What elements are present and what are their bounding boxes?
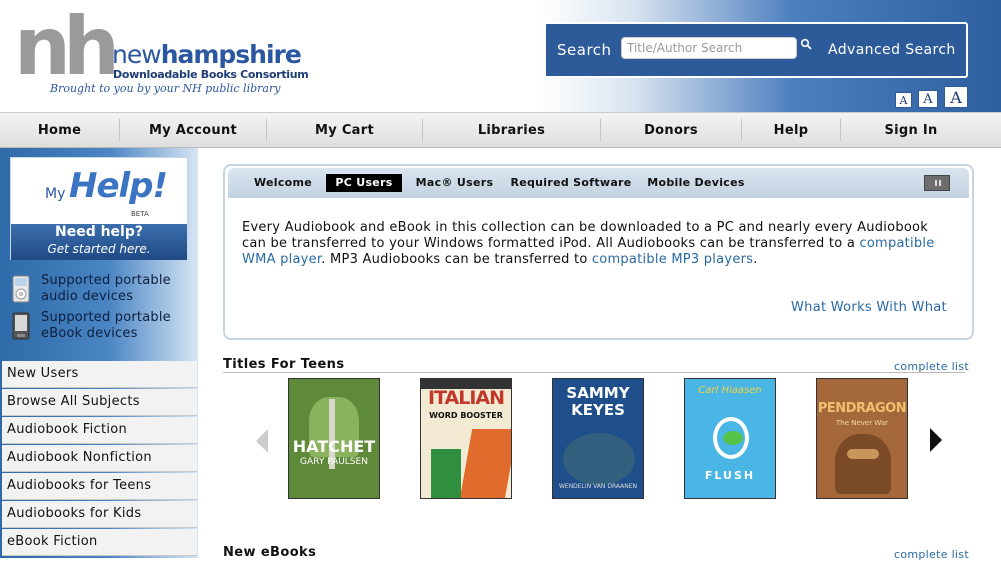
audio-devices-label: Supported portable audio devices — [41, 273, 171, 304]
book-cover-hatchet[interactable]: HATCHET GARY PAULSEN — [288, 378, 380, 499]
nav-my-cart[interactable]: My Cart — [267, 113, 422, 148]
sidebar-item-audiobooks-for-teens[interactable]: Audiobooks for Teens — [2, 473, 197, 500]
sidebar-item-audiobooks-for-kids[interactable]: Audiobooks for Kids — [2, 501, 197, 528]
book-cover-italian[interactable]: ITALIAN WORD BOOSTER — [420, 378, 512, 499]
main-nav: Home My Account My Cart Libraries Donors… — [0, 112, 1001, 148]
site-logo[interactable]: nh newhampshire Downloadable Books Conso… — [14, 2, 314, 103]
book-title: FLUSH — [704, 469, 756, 482]
search-input[interactable] — [621, 37, 797, 59]
tab-welcome[interactable]: Welcome — [250, 174, 316, 192]
logo-consortium: Downloadable Books Consortium — [113, 68, 309, 81]
nav-libraries[interactable]: Libraries — [423, 113, 600, 148]
book-author: WENDELIN VAN DRAANEN — [558, 483, 638, 490]
font-size-small-button[interactable]: A — [895, 92, 912, 108]
myhelp-my: My — [45, 186, 66, 202]
book-author: WORD BOOSTER — [429, 411, 503, 420]
ebook-devices-link[interactable]: Supported portable eBook devices — [10, 310, 200, 344]
book-title: ITALIAN — [427, 387, 505, 409]
logo-brand: newhampshire — [112, 40, 302, 69]
sidebar-item-ebook-fiction[interactable]: eBook Fiction — [2, 529, 197, 556]
sidebar-item-audiobook-nonfiction[interactable]: Audiobook Nonfiction — [2, 445, 197, 472]
nav-home[interactable]: Home — [0, 113, 119, 148]
carousel-left-arrow-icon[interactable] — [256, 429, 268, 453]
book-cover-pendragon[interactable]: PENDRAGON The Never War — [816, 378, 908, 499]
tab-mobile-devices[interactable]: Mobile Devices — [644, 174, 748, 192]
tab-required-software[interactable]: Required Software — [508, 174, 634, 192]
search-label: Search — [557, 41, 612, 59]
book-title: HATCHET — [292, 437, 376, 456]
advanced-search-link[interactable]: Advanced Search — [828, 42, 956, 58]
font-size-large-button[interactable]: A — [944, 86, 968, 108]
logo-nh: nh — [14, 0, 120, 93]
nav-my-account[interactable]: My Account — [120, 113, 266, 148]
pause-icon[interactable] — [924, 175, 950, 191]
book-title: PENDRAGON — [817, 401, 907, 416]
book-cover-flush[interactable]: Carl Hiaasen FLUSH — [684, 378, 776, 499]
ereader-icon — [12, 312, 30, 340]
book-author: Carl Hiaasen — [698, 385, 762, 396]
section-title-teens: Titles For Teens — [223, 357, 345, 372]
ebook-devices-label: Supported portable eBook devices — [41, 310, 171, 341]
compatible-mp3-players-link[interactable]: compatible MP3 players — [592, 252, 753, 267]
book-author: GARY PAULSEN — [300, 457, 368, 467]
tab-mac-users[interactable]: Mac® Users — [412, 174, 497, 192]
myhelp-beta: BETA — [131, 210, 149, 218]
section-divider — [223, 372, 965, 373]
myhelp-banner[interactable]: My Help! BETA Need help? Get started her… — [10, 157, 188, 260]
sidebar-item-new-users[interactable]: New Users — [2, 361, 197, 388]
myhelp-help: Help! — [69, 166, 168, 206]
get-started-text: Get started here. — [47, 242, 151, 256]
sidebar-category-list: New Users Browse All Subjects Audiobook … — [2, 361, 197, 557]
search-icon[interactable] — [800, 38, 814, 52]
audio-devices-link[interactable]: Supported portable audio devices — [10, 273, 200, 307]
font-size-medium-button[interactable]: A — [918, 90, 938, 108]
what-works-with-what-link[interactable]: What Works With What — [791, 300, 947, 315]
sidebar-item-browse-all-subjects[interactable]: Browse All Subjects — [2, 389, 197, 416]
book-title: SAMMY KEYES — [566, 384, 630, 419]
book-author: The Never War — [836, 419, 888, 427]
logo-tagline: Brought to you by your NH public library — [50, 82, 281, 95]
carousel-right-arrow-icon[interactable] — [930, 428, 942, 452]
nav-donors[interactable]: Donors — [601, 113, 741, 148]
book-cover-sammy-keyes[interactable]: SAMMY KEYES WENDELIN VAN DRAANEN — [552, 378, 644, 499]
sidebar-item-audiobook-fiction[interactable]: Audiobook Fiction — [2, 417, 197, 444]
nav-help[interactable]: Help — [742, 113, 840, 148]
ipod-icon — [12, 275, 30, 303]
tab-pc-users[interactable]: PC Users — [326, 174, 402, 192]
welcome-text: Every Audiobook and eBook in this collec… — [242, 220, 935, 267]
need-help-text: Need help? — [54, 224, 143, 240]
ebooks-complete-list-link[interactable]: complete list — [894, 548, 969, 561]
nav-sign-in[interactable]: Sign In — [841, 113, 981, 148]
